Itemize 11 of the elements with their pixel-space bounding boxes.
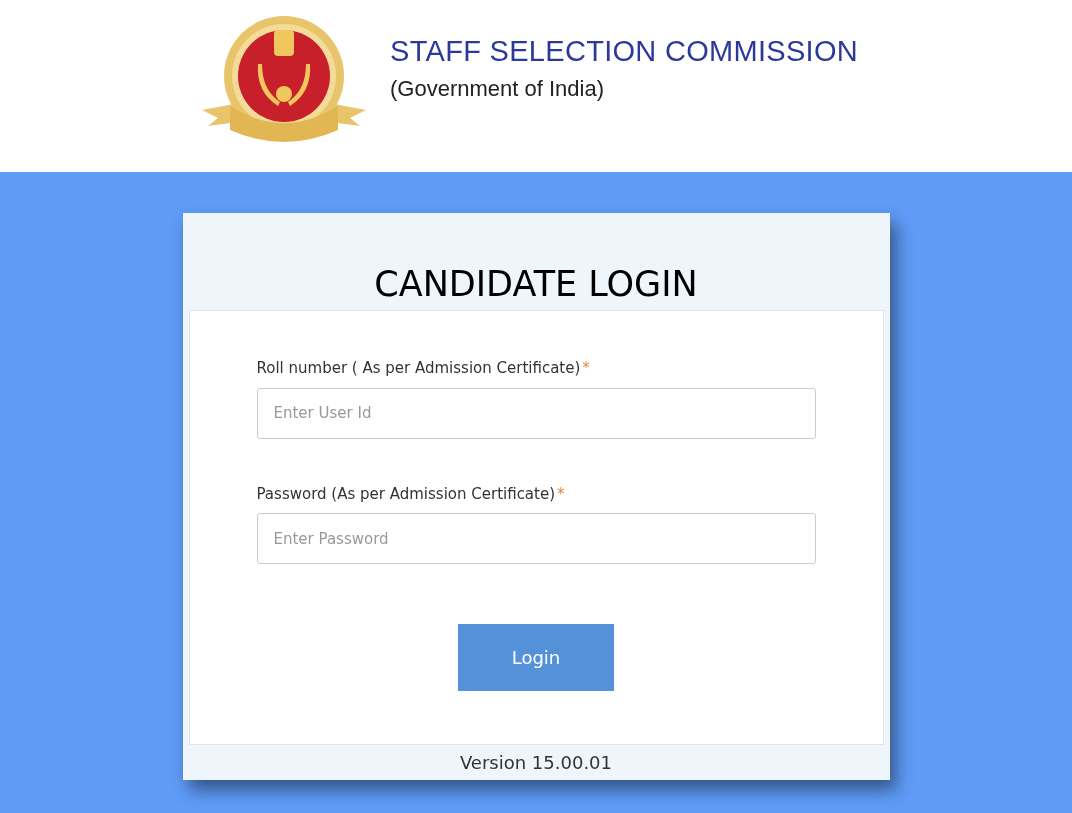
header-title: STAFF SELECTION COMMISSION	[390, 37, 859, 66]
input-field[interactable]: Enter User Id	[256, 387, 816, 439]
required-asterisk: *	[557, 484, 565, 503]
header-subtitle: (Government of India)	[390, 75, 605, 103]
version-text: Version 15.00.01	[459, 751, 613, 775]
required-asterisk: *	[582, 359, 590, 377]
field-label: Password (As per Admission Certificate)*	[256, 483, 566, 505]
input-field[interactable]: Enter Password	[256, 513, 816, 564]
login-title: CANDIDATE LOGIN	[374, 267, 698, 302]
login-button[interactable]: Login	[458, 624, 614, 691]
field-label: Roll number ( As per Admission Certificate)*	[256, 358, 591, 379]
